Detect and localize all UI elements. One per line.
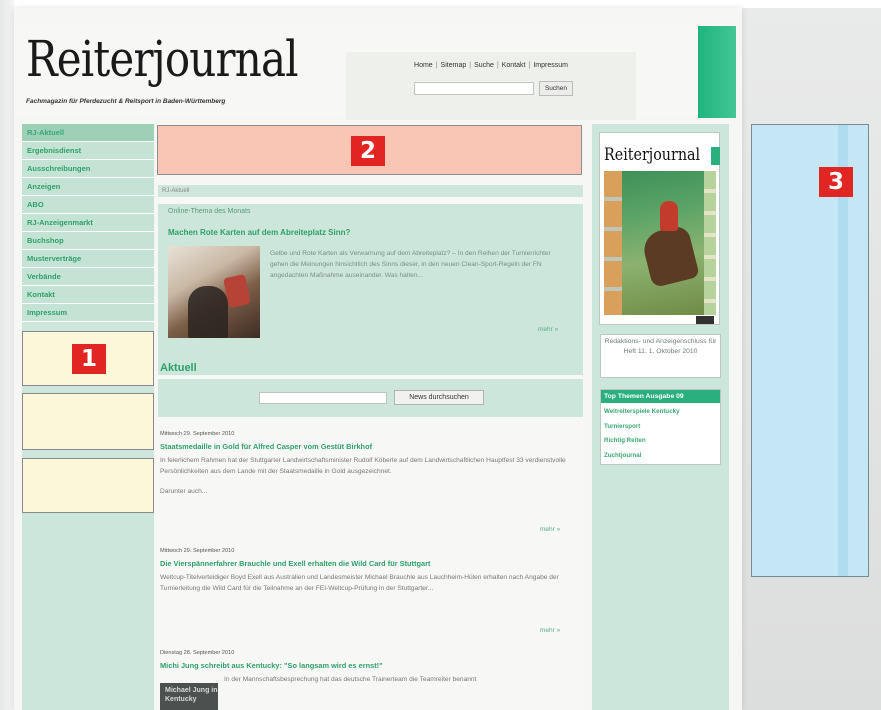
cover-horse-image	[640, 223, 700, 289]
site-tagline: Fachmagazin für Pferdezucht & Reitsport …	[26, 98, 226, 105]
sidebar-item-buchshop[interactable]: Buchshop	[22, 232, 154, 250]
left-nav-menu: RJ-Aktuell Ergebnisdienst Ausschreibunge…	[22, 124, 154, 322]
nav-separator: |	[469, 62, 472, 69]
sidebar-item-abo[interactable]: ABO	[22, 196, 154, 214]
article-title-link[interactable]: Die Vierspännerfahrer Brauchle und Exell…	[160, 559, 580, 568]
sidebar-item-impressum[interactable]: Impressum	[22, 304, 154, 322]
theme-header: Online-Thema des Monats	[168, 208, 251, 215]
sidebar-item-anzeigenmarkt[interactable]: RJ-Anzeigenmarkt	[22, 214, 154, 232]
sidebar-item-rj-aktuell[interactable]: RJ-Aktuell	[22, 124, 154, 142]
nav-sitemap-link[interactable]: Sitemap	[441, 62, 467, 69]
nav-kontakt-link[interactable]: Kontakt	[502, 62, 526, 69]
nav-separator: |	[435, 62, 438, 69]
sidebar-item-anzeigen[interactable]: Anzeigen	[22, 178, 154, 196]
article-body: In der Mannschaftsbesprechung hat das de…	[224, 676, 477, 683]
header-green-accent	[698, 26, 736, 118]
article-body: Weltcup-Titelverteidiger Boyd Exell aus …	[160, 574, 559, 592]
site-header: Reiterjournal Fachmagazin für Pferdezuch…	[14, 22, 732, 120]
left-sidebar: RJ-Aktuell Ergebnisdienst Ausschreibunge…	[22, 124, 154, 710]
sidebar-item-verbaende[interactable]: Verbände	[22, 268, 154, 286]
top-themen-item[interactable]: Zuchtjournal	[604, 449, 717, 464]
top-themen-item[interactable]: Turniersport	[604, 420, 717, 435]
theme-image[interactable]	[168, 246, 260, 338]
article-body: In feierlichem Rahmen hat der Stuttgarte…	[160, 457, 566, 475]
header-search-button[interactable]: Suchen	[539, 81, 573, 96]
ad-slot-3[interactable]	[22, 458, 154, 513]
ad-slot-2[interactable]	[22, 393, 154, 450]
news-article: Mittwoch 29. September 2010 Staatsmedail…	[160, 431, 580, 497]
news-search-input[interactable]	[259, 392, 387, 404]
article-title-link[interactable]: Staatsmedaille in Gold für Alfred Casper…	[160, 442, 580, 451]
nav-home-link[interactable]: Home	[414, 62, 433, 69]
theme-teaser-text: Gelbe und Rote Karten als Verwarnung auf…	[270, 250, 551, 279]
article-title-link[interactable]: Michi Jung schreibt aus Kentucky: "So la…	[160, 661, 580, 670]
theme-of-month-box: Online-Thema des Monats Machen Rote Kart…	[158, 204, 583, 375]
article-date: Mittwoch 29. September 2010	[160, 431, 235, 437]
cover-rider-image	[660, 201, 678, 231]
site-logo[interactable]: Reiterjournal	[26, 34, 299, 84]
nav-suche-link[interactable]: Suche	[474, 62, 494, 69]
article-image[interactable]: Michael Jung in Kentucky	[160, 683, 218, 710]
theme-more-link[interactable]: mehr »	[538, 326, 558, 333]
top-themen-list: Weltreiterspiele Kentucky Turniersport R…	[601, 403, 720, 465]
cover-thumbnails-left	[604, 171, 622, 315]
sidebar-item-mustervertraege[interactable]: Musterverträge	[22, 250, 154, 268]
badge-1: 1	[72, 344, 106, 374]
article-more-link[interactable]: mehr »	[540, 627, 560, 634]
article-body-continued: Darunter auch...	[160, 488, 208, 495]
cover-barcode	[696, 316, 714, 324]
top-themen-item[interactable]: Weltreiterspiele Kentucky	[604, 405, 717, 420]
nav-impressum-link[interactable]: Impressum	[533, 62, 568, 69]
header-nav-box: Home | Sitemap | Suche | Kontakt | Impressum Suc…	[346, 52, 636, 120]
sidebar-item-kontakt[interactable]: Kontakt	[22, 286, 154, 304]
cover-photo	[604, 171, 716, 315]
nav-separator: |	[496, 62, 499, 69]
header-nav: Home | Sitemap | Suche | Kontakt | Impressum	[346, 62, 636, 69]
deadline-notice: Redaktions- und Anzeigenschluss für Heft…	[600, 334, 721, 378]
image-red-card	[223, 274, 251, 308]
news-article: Mittwoch 29. September 2010 Die Vierspän…	[160, 548, 580, 594]
cover-title: Reiterjournal	[604, 145, 701, 165]
cover-green-tab	[711, 147, 720, 165]
news-article: Dienstag 28. September 2010 Michi Jung s…	[160, 650, 580, 685]
badge-2: 2	[351, 136, 385, 166]
sidebar-item-ausschreibungen[interactable]: Ausschreibungen	[22, 160, 154, 178]
article-date: Dienstag 28. September 2010	[160, 650, 235, 656]
right-sidebar: Reiterjournal Redaktions- und Anzeigensc…	[592, 124, 729, 710]
left-edge-shadow	[0, 0, 14, 710]
image-figure	[188, 286, 228, 338]
breadcrumb[interactable]: RJ-Aktuell	[158, 185, 583, 197]
article-more-link[interactable]: mehr »	[540, 526, 560, 533]
top-themen-item[interactable]: Richtig Reiten	[604, 434, 717, 449]
news-search-box: News durchsuchen	[158, 379, 583, 417]
aktuell-heading: Aktuell	[160, 362, 197, 374]
sidebar-item-ergebnisdienst[interactable]: Ergebnisdienst	[22, 142, 154, 160]
top-themen-box: Top Themen Ausgabe 09 Weltreiterspiele K…	[600, 389, 721, 465]
cover-thumbnails-right	[704, 171, 716, 315]
theme-title-link[interactable]: Machen Rote Karten auf dem Abreiteplatz …	[168, 228, 350, 237]
main-content: RJ-Aktuell Online-Thema des Monats Mache…	[157, 183, 585, 710]
news-search-button[interactable]: News durchsuchen	[394, 390, 484, 405]
article-date: Mittwoch 29. September 2010	[160, 548, 235, 554]
article-image-caption: Michael Jung in Kentucky	[165, 687, 218, 703]
header-search-input[interactable]	[414, 82, 534, 95]
magazine-cover[interactable]: Reiterjournal	[599, 132, 720, 325]
top-themen-header: Top Themen Ausgabe 09	[601, 390, 720, 403]
badge-3: 3	[819, 167, 853, 197]
